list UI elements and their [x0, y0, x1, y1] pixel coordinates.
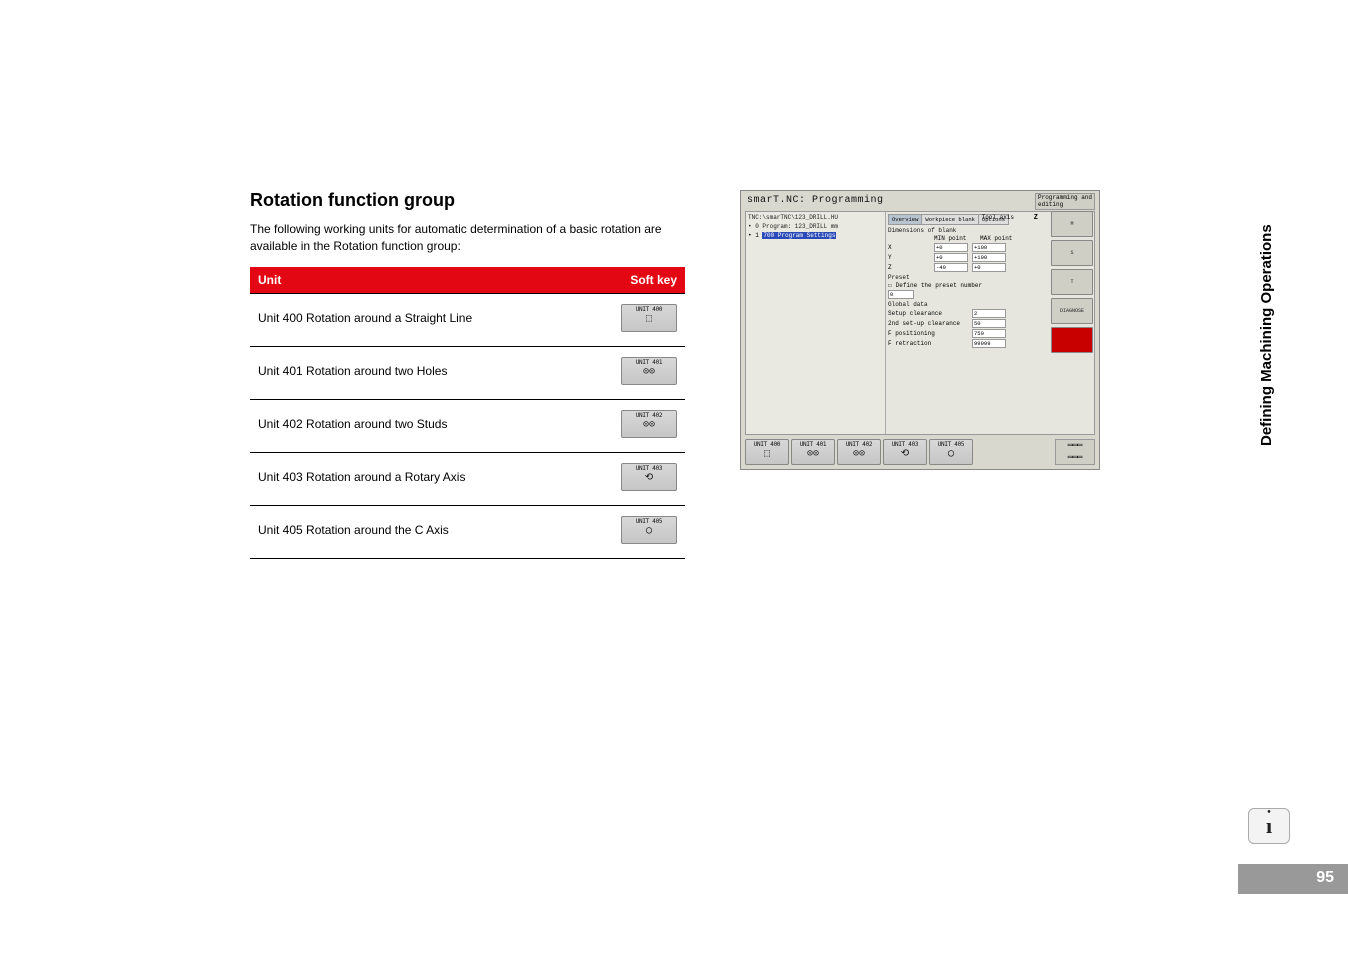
preset-checkbox[interactable]: ☐	[888, 282, 892, 289]
program-tree: TNC:\smarTNC\123_DRILL.HU • 0 Program: 1…	[746, 212, 886, 434]
setup-clearance[interactable]	[972, 309, 1006, 318]
setup-clearance-label: Setup clearance	[888, 310, 968, 317]
min-label: MIN point	[934, 235, 976, 242]
y-min[interactable]	[934, 253, 968, 262]
units-table: Unit Soft key Unit 400 Rotation around a…	[250, 267, 685, 559]
sk-unit-403[interactable]: UNIT 403⟲	[883, 439, 927, 465]
unit-desc: Unit 401 Rotation around two Holes	[250, 346, 595, 399]
cnc-screenshot: smarT.NC: Programming Programming and ed…	[740, 190, 1100, 470]
table-row: Unit 401 Rotation around two Holes UNIT …	[250, 346, 685, 399]
x-max[interactable]	[972, 243, 1006, 252]
preset-value[interactable]	[888, 290, 914, 299]
tab-workpiece[interactable]: Workpiece blank	[921, 214, 979, 225]
tree-item[interactable]: • 1 700 Program Settings	[748, 232, 883, 239]
f-retraction[interactable]	[972, 339, 1006, 348]
sk-unit-400[interactable]: UNIT 400⬚	[745, 439, 789, 465]
info-icon: • ı	[1248, 808, 1290, 844]
tool-axis-label: Tool axis	[982, 214, 1014, 221]
preset-define-label: Define the preset number	[896, 282, 982, 289]
table-row: Unit 402 Rotation around two Studs UNIT …	[250, 399, 685, 452]
softkey-unit-402[interactable]: UNIT 402⊙⊙	[621, 410, 677, 438]
section-heading: Rotation function group	[250, 190, 690, 211]
side-section-label: Defining Machining Operations	[1258, 190, 1278, 480]
col-unit: Unit	[250, 267, 595, 294]
unit-desc: Unit 405 Rotation around the C Axis	[250, 505, 595, 558]
col-softkey: Soft key	[595, 267, 685, 294]
tab-overview[interactable]: Overview	[888, 214, 922, 225]
side-btn-m[interactable]: M	[1051, 211, 1093, 237]
intro-text: The following working units for automati…	[250, 221, 690, 255]
softkey-unit-405[interactable]: UNIT 405◯	[621, 516, 677, 544]
softkey-unit-400[interactable]: UNIT 400⬚	[621, 304, 677, 332]
sk-unit-401[interactable]: UNIT 401⊙⊙	[791, 439, 835, 465]
side-btn-diagnose[interactable]: DIAGNOSE	[1051, 298, 1093, 324]
unit-desc: Unit 400 Rotation around a Straight Line	[250, 293, 595, 346]
side-btn-t[interactable]: T	[1051, 269, 1093, 295]
softkey-unit-401[interactable]: UNIT 401⊙⊙	[621, 357, 677, 385]
tool-axis-value: Z	[1034, 214, 1038, 222]
screenshot-mode: Programming and editing	[1035, 193, 1095, 210]
softkey-unit-403[interactable]: UNIT 403⟲	[621, 463, 677, 491]
y-max[interactable]	[972, 253, 1006, 262]
unit-desc: Unit 403 Rotation around a Rotary Axis	[250, 452, 595, 505]
second-clearance[interactable]	[972, 319, 1006, 328]
z-label: Z	[888, 264, 930, 271]
sk-unit-405[interactable]: UNIT 405◯	[929, 439, 973, 465]
page-number: 95	[1238, 864, 1348, 894]
x-label: X	[888, 244, 930, 251]
tree-program: • 0 Program: 123_DRILL mm	[748, 223, 883, 230]
sk-unit-402[interactable]: UNIT 402⊙⊙	[837, 439, 881, 465]
tree-path: TNC:\smarTNC\123_DRILL.HU	[748, 214, 883, 221]
f-positioning[interactable]	[972, 329, 1006, 338]
x-min[interactable]	[934, 243, 968, 252]
side-btn-s[interactable]: S	[1051, 240, 1093, 266]
table-row: Unit 405 Rotation around the C Axis UNIT…	[250, 505, 685, 558]
max-label: MAX point	[980, 235, 1022, 242]
unit-desc: Unit 402 Rotation around two Studs	[250, 399, 595, 452]
screenshot-title: smarT.NC: Programming	[747, 195, 884, 206]
f-positioning-label: F positioning	[888, 330, 968, 337]
sk-paging[interactable]: ▭▭▭▭▭▭	[1055, 439, 1095, 465]
y-label: Y	[888, 254, 930, 261]
second-clearance-label: 2nd set-up clearance	[888, 320, 968, 327]
table-row: Unit 403 Rotation around a Rotary Axis U…	[250, 452, 685, 505]
table-row: Unit 400 Rotation around a Straight Line…	[250, 293, 685, 346]
f-retraction-label: F retraction	[888, 340, 968, 347]
z-min[interactable]	[934, 263, 968, 272]
side-btn-stop[interactable]	[1051, 327, 1093, 353]
z-max[interactable]	[972, 263, 1006, 272]
